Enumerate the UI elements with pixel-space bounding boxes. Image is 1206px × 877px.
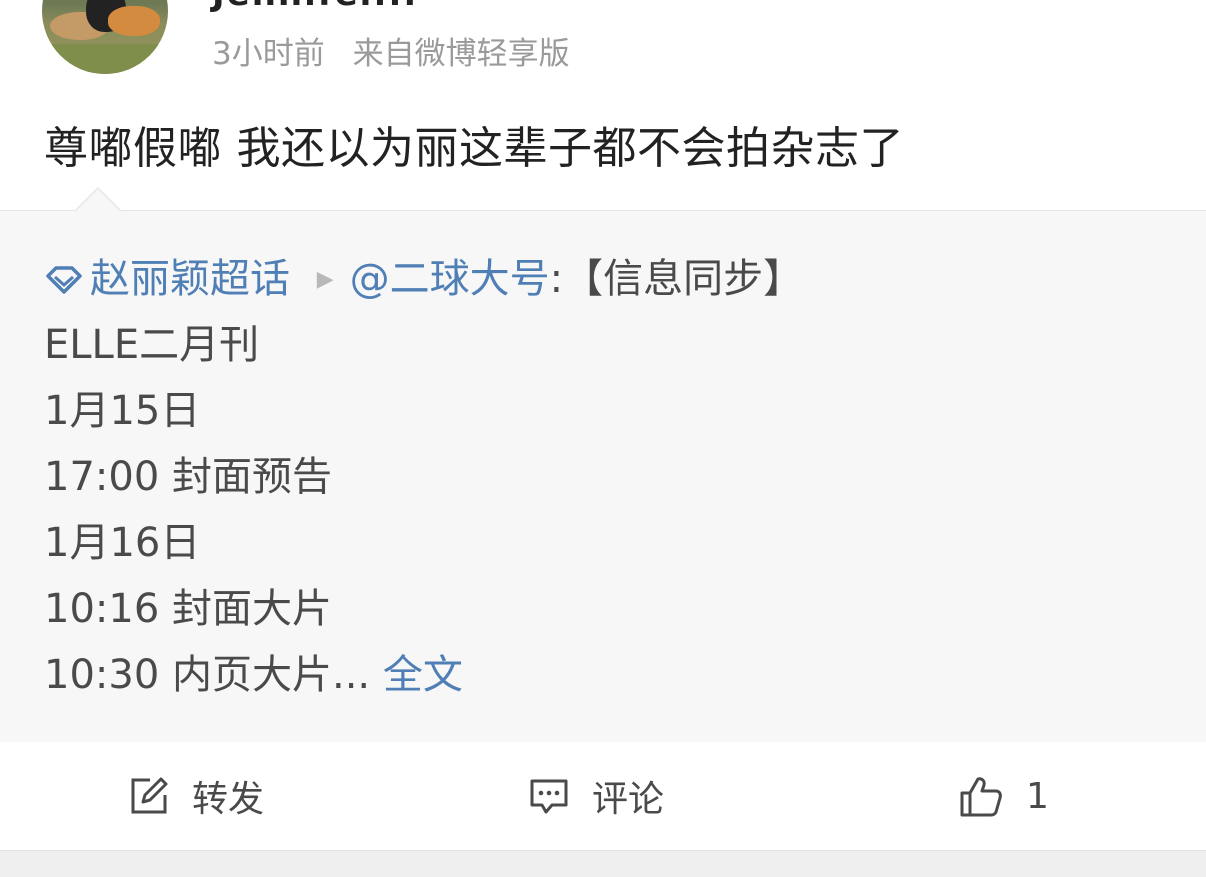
divider-band — [0, 850, 1206, 877]
full-text-link[interactable]: 全文 — [383, 652, 463, 698]
comment-button[interactable]: 评论 — [528, 742, 664, 850]
repost-title: :【信息同步】 — [549, 256, 804, 302]
supertopic-link[interactable]: 赵丽颖超话 — [44, 256, 303, 302]
supertopic-label: 赵丽颖超话 — [90, 256, 290, 302]
repost-button[interactable]: 转发 — [128, 742, 264, 850]
post-text: 尊嘟假嘟 我还以为丽这辈子都不会拍杂志了 — [44, 123, 904, 174]
post-meta: 3小时前 来自微博轻享版 — [212, 28, 570, 73]
weibo-post-card: Jennifer... 3小时前 来自微博轻享版 尊嘟假嘟 我还以为丽这辈子都不… — [0, 0, 1206, 877]
repost-line: ELLE二月刊 — [44, 322, 260, 368]
repost-line: 10:16 封面大片 — [44, 586, 332, 632]
repost-last-line: 10:30 内页大片... 全文 — [44, 651, 463, 699]
share-edit-icon — [131, 777, 168, 814]
comment-label: 评论 — [592, 779, 665, 820]
post-source: 来自微博轻享版 — [352, 36, 570, 72]
avatar[interactable] — [42, 0, 168, 74]
comment-icon — [530, 779, 568, 814]
repost-block[interactable]: 赵丽颖超话 ▶ @二球大号:【信息同步】 ELLE二月刊 1月15日 17:00 … — [0, 187, 1206, 742]
thumbs-up-icon — [960, 777, 1002, 817]
post-time: 3小时前 — [212, 36, 325, 72]
repost-header: 赵丽颖超话 ▶ @二球大号:【信息同步】 — [44, 255, 803, 304]
username[interactable]: Jennifer... — [212, 0, 418, 14]
action-bar: 转发 评论 1 — [0, 742, 1206, 850]
diamond-icon — [46, 266, 82, 294]
repost-line: 10:30 内页大片... — [44, 652, 371, 698]
repost-line: 17:00 封面预告 — [44, 454, 332, 500]
repost-line: 1月15日 — [44, 388, 201, 434]
repost-line: 1月16日 — [44, 520, 201, 566]
arrow-right-icon: ▶ — [316, 267, 334, 292]
repost-label: 转发 — [192, 779, 265, 820]
like-count: 1 — [1026, 775, 1049, 817]
like-button[interactable]: 1 — [958, 742, 1049, 850]
mention-link[interactable]: @二球大号 — [350, 256, 550, 302]
